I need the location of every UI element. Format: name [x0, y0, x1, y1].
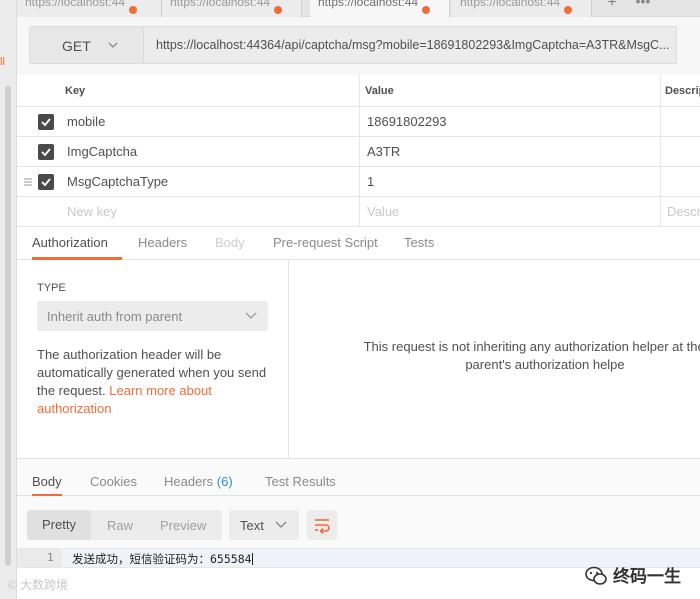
auth-type-label: TYPE	[37, 282, 66, 294]
watermark-right: 终码一生	[585, 562, 681, 587]
auth-settings: TYPE Inherit auth from parent The author…	[17, 260, 289, 458]
unsaved-dot-icon	[274, 6, 283, 14]
param-value[interactable]: 1	[367, 167, 657, 197]
checkmark-icon	[41, 118, 51, 127]
response-tabs: Body Cookies Headers (6) Test Results	[17, 458, 700, 497]
wrap-lines-icon	[315, 519, 330, 534]
tab-body[interactable]: Body	[215, 228, 245, 260]
tab-bar: https://localhost:44 https://localhost:4…	[17, 0, 700, 17]
tab-cookies[interactable]: Cookies	[90, 459, 137, 497]
wrap-lines-button[interactable]	[307, 510, 337, 540]
line-number: 1	[47, 551, 54, 564]
tab-label: https://localhost:44	[25, 0, 126, 9]
param-key[interactable]: mobile	[67, 107, 357, 137]
text-cursor	[251, 553, 253, 565]
new-param-row: New key Value Descr	[17, 197, 700, 227]
auth-description: The authorization header will be automat…	[37, 346, 277, 418]
new-value-input[interactable]: Value	[367, 197, 657, 227]
response-headers-label: Headers	[164, 474, 214, 489]
param-value[interactable]: 18691802293	[367, 107, 657, 137]
format-select[interactable]: Text	[229, 510, 299, 540]
auth-message-line-1: This request is not inheriting any autho…	[363, 339, 700, 354]
auth-type-value: Inherit auth from parent	[47, 309, 183, 324]
row-checkbox[interactable]	[38, 174, 54, 190]
new-tab-button[interactable]: +	[597, 0, 627, 17]
response-toolbar: Pretty Raw Preview Text	[17, 496, 700, 548]
table-row: ImgCaptcha A3TR	[17, 137, 700, 167]
params-button[interactable]: P	[683, 26, 700, 64]
param-value[interactable]: A3TR	[367, 137, 657, 167]
response-text-content: 发送成功，短信验证码为：655584	[72, 552, 252, 566]
description-column-header: Descrip	[665, 85, 700, 97]
view-preview-button[interactable]: Preview	[160, 518, 206, 533]
checkmark-icon	[41, 148, 51, 157]
sidebar-marker: ll	[0, 56, 5, 68]
chevron-down-icon	[108, 42, 118, 48]
tab-request-1[interactable]: https://localhost:44	[17, 0, 162, 17]
auth-message-line-2: parent's authorization helpe	[465, 357, 625, 372]
param-key[interactable]: MsgCaptchaType	[67, 167, 357, 197]
auth-inherit-message: This request is not inheriting any autho…	[345, 338, 700, 374]
tab-request-3[interactable]: https://localhost:44	[310, 0, 450, 17]
chevron-down-icon	[275, 521, 287, 528]
params-header-row: Key Value Descrip	[17, 75, 700, 107]
tab-request-4[interactable]: https://localhost:44	[452, 0, 592, 17]
auth-type-select[interactable]: Inherit auth from parent	[37, 301, 268, 331]
table-row: mobile 18691802293	[17, 107, 700, 137]
watermark-left: © 大数跨境	[8, 578, 69, 592]
unsaved-dot-icon	[422, 6, 431, 14]
row-checkbox[interactable]	[38, 114, 54, 130]
url-text: https://localhost:44364/api/captcha/msg?…	[156, 38, 670, 52]
line-number-gutter	[17, 549, 62, 567]
tab-headers[interactable]: Headers	[138, 228, 187, 260]
unsaved-dot-icon	[564, 6, 573, 14]
unsaved-dot-icon	[129, 6, 138, 14]
view-raw-button[interactable]: Raw	[107, 518, 133, 533]
authorization-panel: TYPE Inherit auth from parent The author…	[17, 260, 700, 458]
request-tabs: Authorization Headers Body Pre-request S…	[17, 228, 700, 260]
view-mode-toggle: Pretty Raw Preview	[27, 510, 222, 540]
tab-tests[interactable]: Tests	[404, 228, 434, 260]
tab-label: https://localhost:44	[170, 0, 271, 9]
table-row: MsgCaptchaType 1	[17, 167, 700, 197]
request-bar: GET https://localhost:44364/api/captcha/…	[17, 17, 700, 75]
tab-authorization[interactable]: Authorization	[32, 228, 122, 260]
new-description-input[interactable]: Descr	[667, 197, 700, 227]
value-column-header: Value	[365, 85, 394, 97]
key-column-header: Key	[65, 85, 86, 97]
left-edge-strip: ll	[0, 0, 17, 599]
more-tabs-button[interactable]: •••	[629, 0, 657, 17]
param-key[interactable]: ImgCaptcha	[67, 137, 357, 167]
checkmark-icon	[41, 178, 51, 187]
tab-request-2[interactable]: https://localhost:44	[162, 0, 302, 17]
response-text: 发送成功，短信验证码为：655584	[72, 551, 253, 567]
tab-response-body[interactable]: Body	[32, 459, 62, 497]
method-label: GET	[62, 38, 91, 54]
tab-pre-request-script[interactable]: Pre-request Script	[273, 228, 378, 260]
row-checkbox[interactable]	[38, 144, 54, 160]
url-input[interactable]: https://localhost:44364/api/captcha/msg?…	[144, 26, 677, 64]
new-key-input[interactable]: New key	[67, 197, 357, 227]
response-headers-count: (6)	[216, 474, 233, 489]
tab-label: https://localhost:44	[460, 0, 561, 9]
watermark-right-text: 终码一生	[613, 567, 681, 586]
params-table: Key Value Descrip mobile 18691802293 Img…	[17, 75, 700, 228]
chevron-down-icon	[245, 312, 257, 319]
tab-label: https://localhost:44	[318, 0, 419, 9]
method-select[interactable]: GET	[29, 26, 144, 64]
scrollbar[interactable]	[5, 86, 11, 566]
wechat-logo-icon	[585, 566, 607, 585]
view-pretty-button[interactable]: Pretty	[27, 510, 91, 540]
format-label: Text	[240, 518, 264, 533]
tab-response-headers[interactable]: Headers (6)	[164, 459, 233, 497]
tab-test-results[interactable]: Test Results	[265, 459, 336, 497]
drag-handle-icon[interactable]	[23, 177, 33, 187]
